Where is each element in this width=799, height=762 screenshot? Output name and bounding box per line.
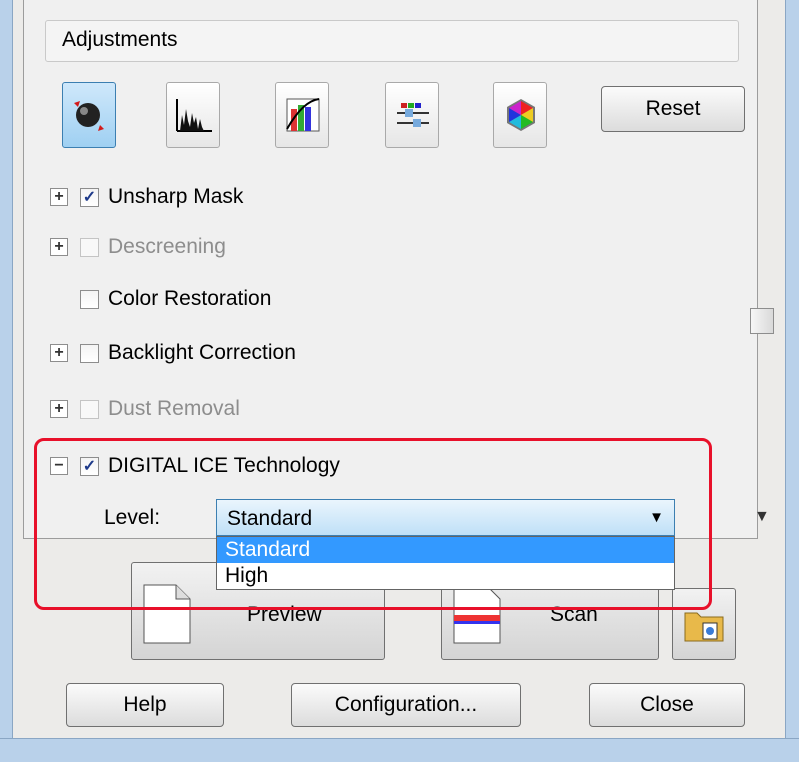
level-dropdown-list: Standard High bbox=[216, 536, 675, 590]
save-folder-button[interactable] bbox=[672, 588, 736, 660]
color-wheel-icon bbox=[507, 99, 535, 131]
option-digital-ice: − ✓ DIGITAL ICE Technology bbox=[50, 453, 340, 479]
color-restoration-checkbox[interactable] bbox=[80, 289, 99, 309]
tone-curve-icon bbox=[286, 98, 320, 132]
window-frame-right bbox=[785, 0, 799, 740]
help-button[interactable]: Help bbox=[66, 683, 224, 727]
reset-button[interactable]: Reset bbox=[601, 86, 745, 132]
option-descreening: + Descreening bbox=[50, 234, 226, 260]
preview-document-icon bbox=[143, 584, 191, 644]
backlight-correction-checkbox[interactable] bbox=[80, 343, 99, 363]
scroll-down-arrow-icon[interactable]: ▼ bbox=[754, 508, 770, 526]
tone-curve-button[interactable] bbox=[275, 82, 329, 148]
option-color-restoration: Color Restoration bbox=[50, 286, 271, 312]
window-frame-left bbox=[0, 0, 13, 740]
option-label: Descreening bbox=[108, 235, 226, 258]
option-label: Unsharp Mask bbox=[108, 185, 244, 208]
digital-ice-checkbox[interactable]: ✓ bbox=[80, 456, 99, 476]
descreening-checkbox[interactable] bbox=[80, 237, 99, 257]
adjustments-title: Adjustments bbox=[62, 28, 178, 51]
level-option-high[interactable]: High bbox=[217, 563, 674, 589]
option-unsharp-mask: + ✓ Unsharp Mask bbox=[50, 184, 243, 210]
expand-icon[interactable]: + bbox=[50, 238, 68, 256]
configuration-button[interactable]: Configuration... bbox=[291, 683, 521, 727]
folder-icon bbox=[684, 612, 724, 642]
dust-removal-checkbox[interactable] bbox=[80, 399, 99, 419]
collapse-icon[interactable]: − bbox=[50, 457, 68, 475]
color-wheel-button[interactable] bbox=[493, 82, 547, 148]
level-select[interactable]: Standard ▼ bbox=[216, 499, 675, 536]
scan-window: Adjustments Reset + ✓ Unsharp Mask + Des… bbox=[0, 0, 799, 762]
histogram-button[interactable] bbox=[166, 82, 220, 148]
preview-label: Preview bbox=[247, 603, 322, 626]
scan-document-icon bbox=[453, 584, 501, 644]
option-label: DIGITAL ICE Technology bbox=[108, 454, 340, 477]
expand-icon[interactable]: + bbox=[50, 344, 68, 362]
level-selected-value: Standard bbox=[227, 507, 313, 530]
auto-exposure-icon bbox=[74, 101, 104, 131]
color-palette-icon bbox=[397, 103, 429, 127]
expand-icon[interactable]: + bbox=[50, 188, 68, 206]
expand-icon[interactable]: + bbox=[50, 400, 68, 418]
unsharp-mask-checkbox[interactable]: ✓ bbox=[80, 187, 99, 207]
level-label: Level: bbox=[104, 506, 161, 529]
close-button[interactable]: Close bbox=[589, 683, 745, 727]
option-label: Dust Removal bbox=[108, 397, 240, 420]
option-label: Backlight Correction bbox=[108, 341, 296, 364]
option-label: Color Restoration bbox=[108, 287, 272, 310]
level-option-standard[interactable]: Standard bbox=[217, 537, 674, 563]
scan-label: Scan bbox=[550, 603, 598, 626]
color-palette-button[interactable] bbox=[385, 82, 439, 148]
option-backlight-correction: + Backlight Correction bbox=[50, 340, 296, 366]
histogram-icon bbox=[176, 99, 212, 132]
auto-exposure-button[interactable] bbox=[62, 82, 116, 148]
option-dust-removal: + Dust Removal bbox=[50, 396, 240, 422]
window-frame-bottom bbox=[0, 738, 799, 762]
scrollbar-thumb[interactable] bbox=[750, 308, 774, 334]
chevron-down-icon[interactable]: ▼ bbox=[649, 509, 664, 526]
